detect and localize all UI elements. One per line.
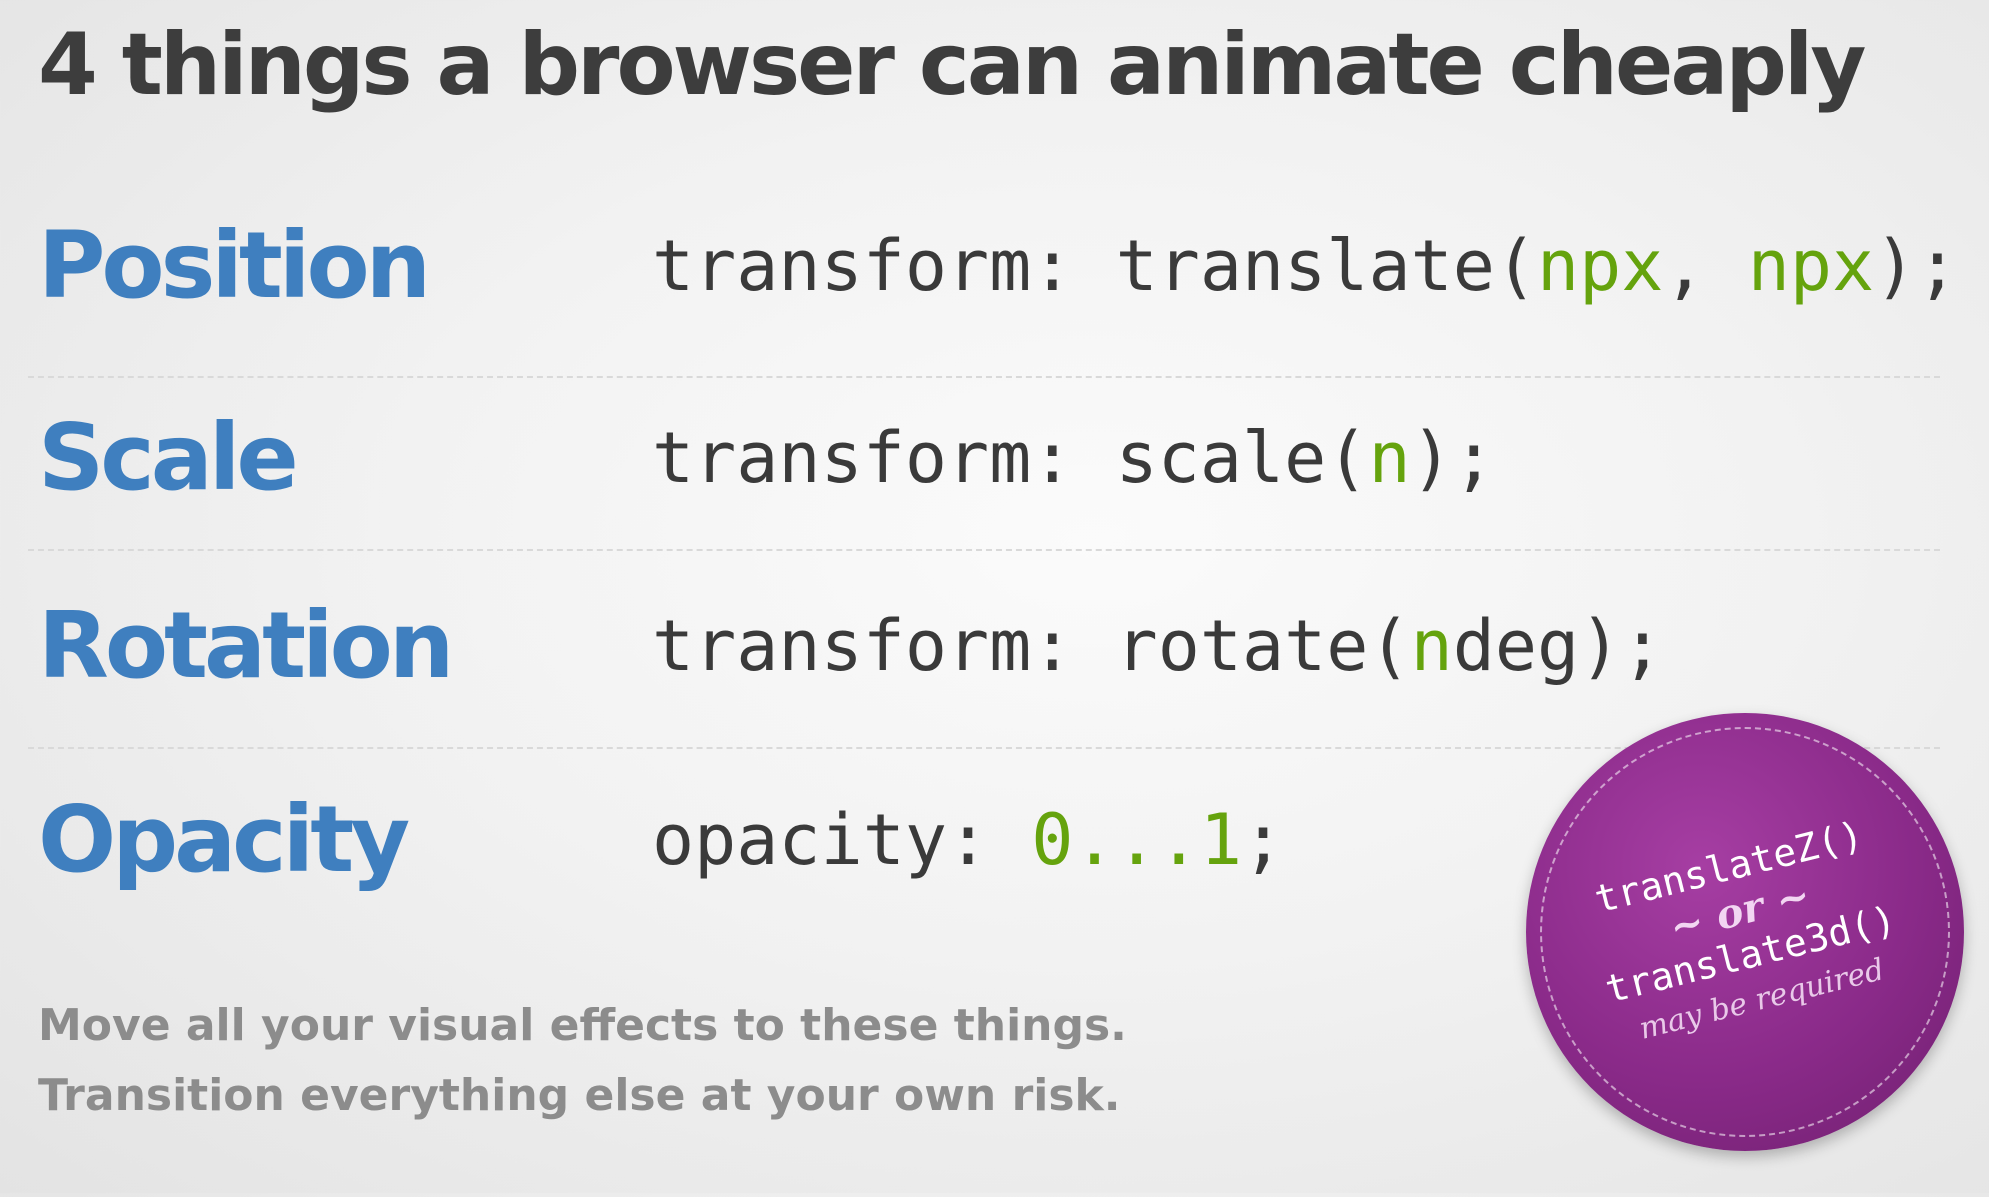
- row-position: Position transform: translate(npx, npx);: [0, 196, 1989, 336]
- code-text: );: [1410, 417, 1495, 499]
- code-value: npx: [1747, 225, 1875, 307]
- slide-title: 4 things a browser can animate cheaply: [38, 15, 1866, 115]
- footnote-line-1: Move all your visual effects to these th…: [38, 1000, 1127, 1051]
- row-divider: [28, 549, 1940, 551]
- row-code: transform: rotate(ndeg);: [652, 576, 1663, 716]
- row-label: Opacity: [38, 786, 410, 893]
- footnote-line-2: Transition everything else at your own r…: [38, 1070, 1121, 1121]
- row-scale: Scale transform: scale(n);: [0, 388, 1989, 528]
- code-text: transform: translate(: [652, 225, 1538, 307]
- code-text: deg);: [1452, 605, 1664, 687]
- code-value: n: [1410, 605, 1453, 687]
- code-text: ,: [1663, 225, 1748, 307]
- code-value: n: [1368, 417, 1411, 499]
- code-text: transform: scale(: [652, 417, 1369, 499]
- code-value: npx: [1537, 225, 1664, 307]
- row-code: transform: translate(npx, npx);: [652, 196, 1958, 336]
- translate-hint-badge: translateZ() ~ or ~ translate3d() may be…: [1526, 713, 1964, 1151]
- row-code: opacity: 0...1;: [652, 770, 1284, 910]
- code-text: );: [1874, 225, 1959, 307]
- row-code: transform: scale(n);: [652, 388, 1495, 528]
- row-label: Scale: [38, 404, 299, 511]
- row-label: Position: [38, 212, 431, 319]
- code-text: opacity:: [652, 799, 1032, 881]
- code-text: ;: [1242, 799, 1285, 881]
- row-label: Rotation: [38, 592, 454, 699]
- slide: 4 things a browser can animate cheaply P…: [0, 0, 1989, 1193]
- row-divider: [28, 376, 1940, 378]
- code-value: 0...1: [1031, 799, 1243, 881]
- code-text: transform: rotate(: [652, 605, 1411, 687]
- row-rotation: Rotation transform: rotate(ndeg);: [0, 576, 1989, 716]
